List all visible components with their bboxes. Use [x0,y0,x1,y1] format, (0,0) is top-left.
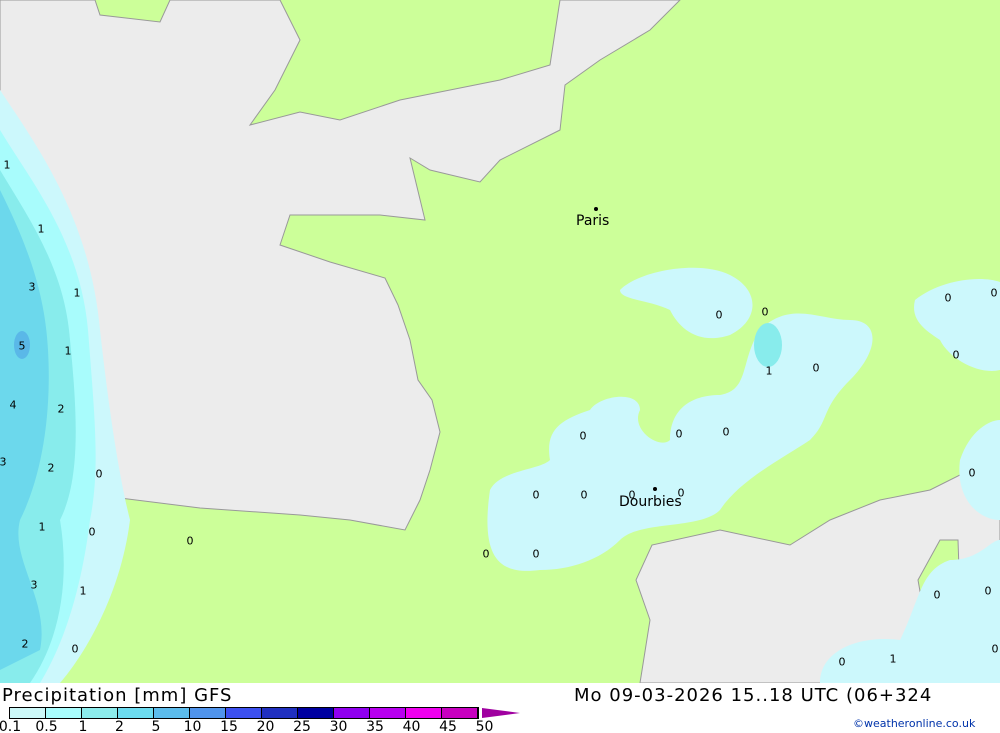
precip-value-label: 1 [79,584,87,598]
forecast-date: Mo 09-03-2026 15..18 UTC (06+324 [574,685,933,706]
weather-map-view: Paris Dourbies 1131514232010031200010000… [0,0,1000,733]
legend-tick-label: 10 [183,719,202,733]
precip-value-label: 0 [761,305,769,319]
legend-swatch [298,708,334,718]
legend-tick-label: 25 [293,719,311,733]
precip-value-label: 2 [21,637,29,651]
legend-swatch [118,708,154,718]
legend-swatch [406,708,442,718]
legend-swatch [10,708,46,718]
precip-value-label: 0 [722,425,730,439]
legend-tick-label: 45 [439,719,457,733]
precip-value-label: 0 [675,427,683,441]
precip-value-label: 0 [984,584,992,598]
precip-value-label: 0 [532,547,540,561]
precip-value-label: 0 [71,642,79,656]
legend-colorbar [9,707,479,719]
precip-value-label: 0 [88,525,96,539]
legend-tick-label: 2 [115,719,124,733]
precip-value-label: 0 [186,534,194,548]
precip-value-label: 1 [889,652,897,666]
legend-tick-label: 20 [256,719,275,733]
legend-swatch [82,708,118,718]
legend-tick-label: 1 [78,719,88,733]
precip-value-label: 0 [580,488,588,502]
legend-swatch [442,708,478,718]
precip-value-label: 0 [579,429,587,443]
precip-value-label: 0 [677,486,685,500]
credit-link[interactable]: ©weatheronline.co.uk [853,717,975,730]
city-label-paris[interactable]: Paris [576,213,609,229]
precip-value-label: 0 [95,467,103,481]
legend-tick-label: 0.1 [0,719,22,733]
precip-value-label: 3 [0,455,7,469]
legend-swatch [190,708,226,718]
legend-tick-label: 30 [329,719,348,733]
legend-swatch [46,708,82,718]
precip-value-label: 3 [30,578,38,592]
legend-swatch [370,708,406,718]
precip-value-label: 0 [628,488,636,502]
precip-value-label: 0 [944,291,952,305]
precip-value-label: 0 [952,348,960,362]
precip-value-label: 2 [47,461,55,475]
precip-value-label: 0 [968,466,976,480]
precip-value-label: 1 [38,520,46,534]
legend-swatch [262,708,298,718]
precip-value-label: 5 [18,339,26,353]
legend-swatch [334,708,370,718]
precip-value-label: 0 [838,655,846,669]
dourbies-marker [653,487,657,491]
precip-value-label: 2 [57,402,65,416]
precip-value-label: 3 [28,280,36,294]
precip-value-label: 0 [532,488,540,502]
legend-tick-label: 40 [402,719,421,733]
footer: Precipitation [mm] GFS Mo 09-03-2026 15.… [0,683,1000,733]
legend-tick-label: 15 [220,719,238,733]
legend-tick-label: 35 [366,719,384,733]
legend-tick-label: 50 [475,719,494,733]
precip-value-label: 1 [765,364,773,378]
legend-tick-label: 0.5 [35,719,58,733]
precip-alps [754,323,782,367]
precip-value-label: 4 [9,398,17,412]
precip-value-label: 1 [37,222,45,236]
precip-value-label: 1 [73,286,81,300]
precipitation-map[interactable] [0,0,1000,683]
legend-arrow [482,708,520,718]
legend-tick-label: 5 [151,719,161,733]
precip-value-label: 0 [715,308,723,322]
legend-swatch [154,708,190,718]
precip-value-label: 0 [990,286,998,300]
precip-value-label: 0 [991,642,999,656]
precip-value-label: 1 [64,344,72,358]
paris-marker [594,207,598,211]
precip-value-label: 0 [482,547,490,561]
precip-value-label: 0 [933,588,941,602]
precip-value-label: 1 [3,158,11,172]
map-title: Precipitation [mm] GFS [2,685,233,706]
legend-swatch [226,708,262,718]
precip-value-label: 0 [812,361,820,375]
